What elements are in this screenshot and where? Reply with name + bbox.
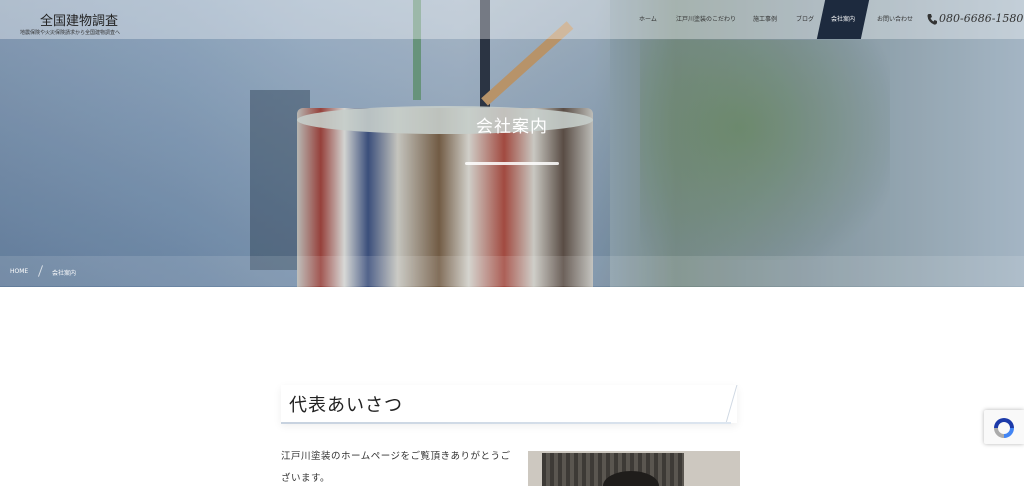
page-title: 会社案内	[476, 117, 548, 137]
recaptcha-badge[interactable]	[984, 410, 1024, 444]
nav-item-blog[interactable]: ブログ	[796, 0, 814, 39]
recaptcha-icon	[994, 418, 1014, 438]
breadcrumb-current: 会社案内	[52, 270, 77, 277]
nav-item-works[interactable]: 施工事例	[753, 0, 777, 39]
greeting-paragraph: 江戸川塗装のホームページをご覧頂きありがとうございます。	[281, 451, 511, 484]
section-heading: 代表あいさつ	[289, 395, 403, 416]
breadcrumb: HOME 会社案内	[0, 256, 1024, 286]
breadcrumb-home[interactable]: HOME	[10, 268, 28, 275]
hero-banner	[0, 0, 1024, 287]
nav-item-commitment[interactable]: 江戸川塗装のこだわり	[676, 0, 736, 39]
nav-item-contact[interactable]: お問い合わせ	[877, 0, 913, 39]
hero-overlay	[0, 0, 1024, 287]
phone-number[interactable]: 080-6686-1580	[939, 12, 1023, 25]
nav-item-home[interactable]: ホーム	[639, 0, 657, 39]
representative-photo	[528, 451, 740, 486]
phone-icon	[927, 13, 937, 25]
section-heading-underline	[281, 422, 731, 424]
breadcrumb-separator	[37, 265, 44, 277]
site-header: 全国建物調査 地震保険や火災保険請求から全国建物調査へ ホーム 江戸川塗装のこだ…	[0, 0, 1024, 39]
site-logo[interactable]: 全国建物調査	[40, 10, 118, 29]
nav-item-company-label: 会社案内	[831, 16, 856, 23]
page-title-underline	[465, 162, 559, 165]
site-tagline: 地震保険や火災保険請求から全国建物調査へ	[20, 30, 121, 36]
nav-item-company[interactable]: 会社案内	[816, 0, 870, 39]
